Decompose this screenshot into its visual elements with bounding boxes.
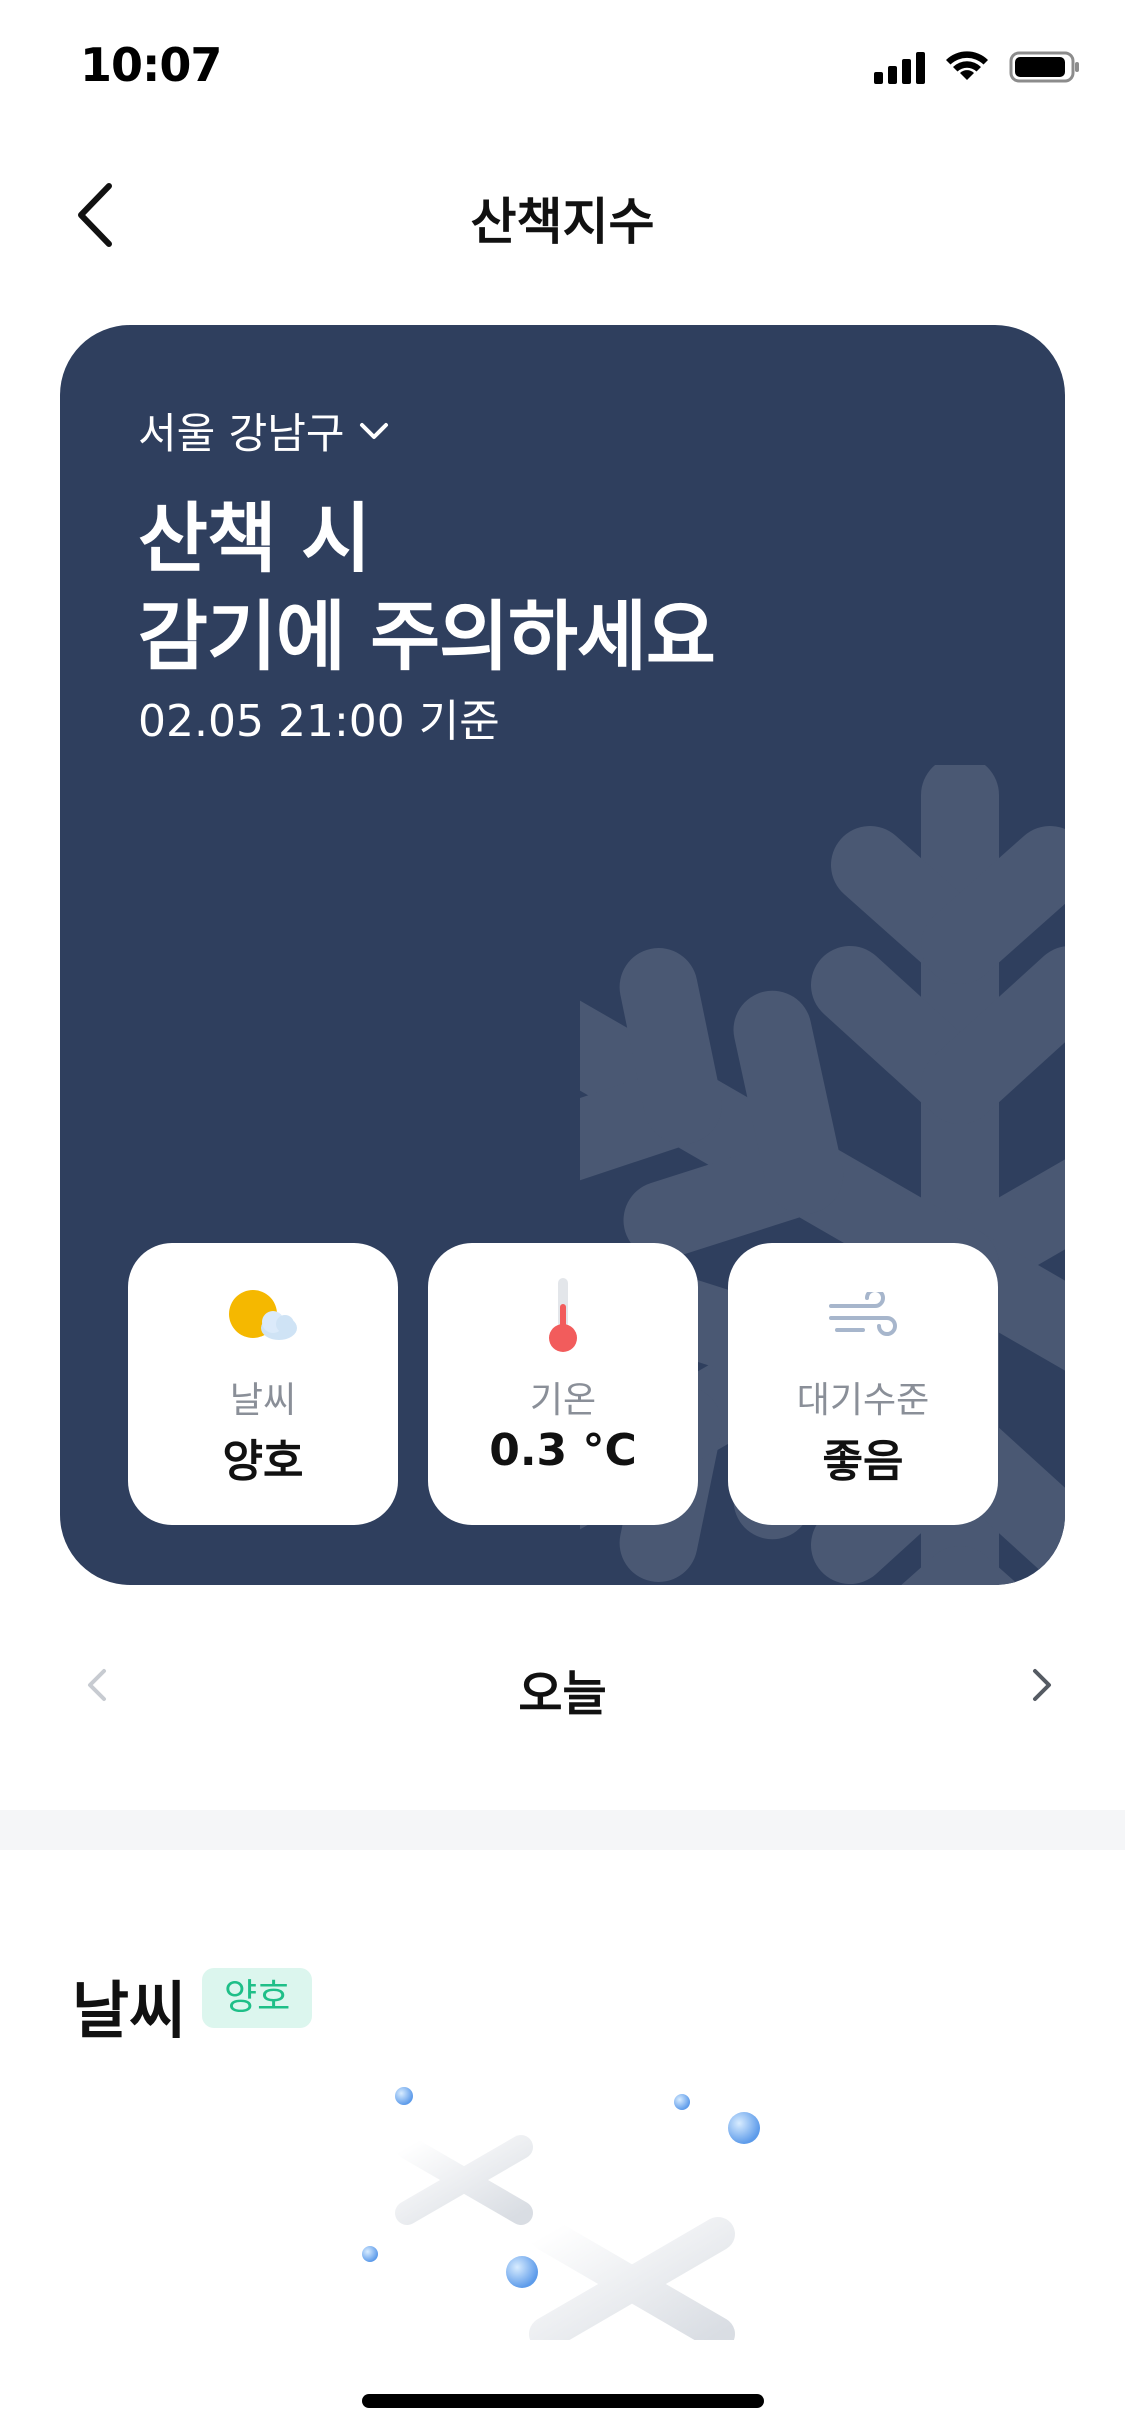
home-indicator [362, 2394, 764, 2408]
day-switcher: 오늘 [0, 1640, 1125, 1730]
temperature-metric-card: 기온 0.3 °C [428, 1243, 698, 1525]
weather-section-title: 날씨 [72, 1974, 187, 2047]
metric-value: 양호 [222, 1436, 304, 1487]
battery-icon [1009, 51, 1079, 83]
thermometer-icon [549, 1278, 577, 1352]
walk-advice-headline: 산책 시 감기에 주의하세요 [138, 490, 716, 686]
navigation-bar: 산책지수 [0, 160, 1125, 270]
metric-label: 대기수준 [796, 1380, 930, 1421]
metric-label: 날씨 [229, 1380, 297, 1421]
headline-line-1: 산책 시 [138, 494, 371, 583]
cellular-signal-icon [874, 50, 925, 84]
update-timestamp: 02.05 21:00 기준 [138, 696, 500, 747]
location-selector[interactable]: 서울 강남구 [138, 400, 389, 461]
location-label: 서울 강남구 [138, 409, 345, 458]
section-divider [0, 1810, 1125, 1850]
chevron-right-icon [1033, 1669, 1051, 1701]
chevron-down-icon [359, 422, 388, 439]
selected-day-label: 오늘 [518, 1666, 607, 1722]
metrics-row: 날씨 양호 기온 0.3 °C 대기수준 좋음 [128, 1243, 998, 1525]
weather-status-badge: 양호 [202, 1968, 313, 2028]
metric-value: 0.3 °C [489, 1425, 637, 1476]
next-day-button[interactable] [1007, 1650, 1077, 1720]
wind-icon [829, 1292, 897, 1336]
wifi-icon [946, 51, 988, 80]
page-title: 산책지수 [470, 193, 655, 251]
metric-value: 좋음 [822, 1436, 904, 1487]
status-icons [874, 50, 1081, 84]
walk-index-card: 서울 강남구 산책 시 감기에 주의하세요 02.05 21:00 기준 날씨 … [60, 325, 1065, 1585]
metric-label: 기온 [529, 1380, 597, 1421]
headline-line-2: 감기에 주의하세요 [138, 592, 716, 681]
air-quality-metric-card: 대기수준 좋음 [728, 1243, 998, 1525]
snow-illustration [362, 2087, 760, 2340]
status-time: 10:07 [80, 38, 222, 92]
status-bar: 10:07 [0, 0, 1125, 140]
weather-metric-card: 날씨 양호 [128, 1243, 398, 1525]
sun-cloud-icon [229, 1290, 297, 1340]
